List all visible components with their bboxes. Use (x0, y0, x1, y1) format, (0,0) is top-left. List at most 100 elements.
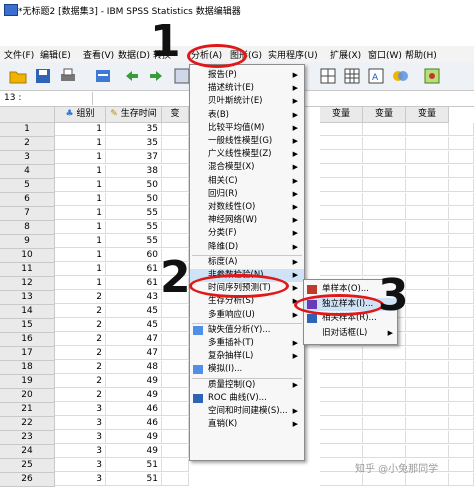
empty-cell[interactable] (363, 361, 406, 374)
menu-extensions[interactable]: 扩展(X) (330, 48, 361, 61)
empty-cell[interactable] (162, 221, 189, 234)
empty-cell[interactable] (320, 445, 363, 458)
analyze-menu-item[interactable]: 直销(K) ▶ (190, 418, 304, 431)
row-number[interactable]: 1 (0, 123, 55, 137)
analyze-menu-item[interactable]: 报告(P) ▶ (190, 69, 304, 82)
cell-survival-time[interactable]: 49 (106, 431, 162, 444)
analyze-menu-item[interactable]: 多重响应(U) ▶ (190, 309, 304, 322)
empty-cell[interactable] (449, 473, 474, 486)
menu-edit[interactable]: 编辑(E) (40, 48, 71, 61)
empty-cell[interactable] (449, 179, 474, 192)
analyze-menu-item[interactable]: 贝叶斯统计(E) ▶ (190, 95, 304, 108)
empty-cell[interactable] (320, 235, 363, 248)
row-number[interactable]: 2 (0, 137, 55, 151)
empty-cell[interactable] (406, 137, 449, 150)
empty-cell[interactable] (406, 151, 449, 164)
row-number[interactable]: 5 (0, 179, 55, 193)
analyze-menu-item[interactable]: 分类(F) ▶ (190, 227, 304, 240)
empty-cell[interactable] (406, 319, 449, 332)
analyze-menu-item[interactable]: 描述统计(E) ▶ (190, 82, 304, 95)
empty-cell[interactable] (406, 417, 449, 430)
cell-group[interactable]: 1 (55, 249, 106, 262)
empty-cell[interactable] (449, 123, 474, 136)
empty-cell[interactable] (406, 389, 449, 402)
empty-cell[interactable] (406, 249, 449, 262)
row-number[interactable]: 25 (0, 459, 55, 473)
empty-cell[interactable] (363, 151, 406, 164)
cell-survival-time[interactable]: 46 (106, 417, 162, 430)
cell-group[interactable]: 2 (55, 347, 106, 360)
empty-cell[interactable] (162, 123, 189, 136)
analyze-menu-item[interactable]: 空间和时间建模(S)... ▶ (190, 405, 304, 418)
row-number[interactable]: 8 (0, 221, 55, 235)
analyze-menu-item[interactable]: 神经网络(W) ▶ (190, 214, 304, 227)
empty-cell[interactable] (449, 137, 474, 150)
cell-survival-time[interactable]: 51 (106, 473, 162, 486)
empty-cell[interactable] (363, 389, 406, 402)
empty-cell[interactable] (406, 445, 449, 458)
menu-window[interactable]: 窗口(W) (368, 48, 402, 61)
print-icon[interactable] (58, 66, 78, 86)
cell-survival-time[interactable]: 45 (106, 305, 162, 318)
empty-cell[interactable] (449, 207, 474, 220)
cell-survival-time[interactable]: 37 (106, 151, 162, 164)
cell-group[interactable]: 1 (55, 221, 106, 234)
row-number[interactable]: 19 (0, 375, 55, 389)
empty-cell[interactable] (406, 333, 449, 346)
undo-icon[interactable] (122, 66, 142, 86)
cell-survival-time[interactable]: 47 (106, 333, 162, 346)
row-number[interactable]: 21 (0, 403, 55, 417)
empty-cell[interactable] (406, 375, 449, 388)
column-header-var[interactable]: 变 (162, 107, 189, 123)
empty-cell[interactable] (320, 207, 363, 220)
empty-cell[interactable] (162, 193, 189, 206)
empty-cell[interactable] (406, 263, 449, 276)
empty-cell[interactable] (406, 123, 449, 136)
empty-cell[interactable] (449, 305, 474, 318)
cell-survival-time[interactable]: 43 (106, 291, 162, 304)
empty-cell[interactable] (162, 375, 189, 388)
row-number[interactable]: 4 (0, 165, 55, 179)
empty-cell[interactable] (320, 165, 363, 178)
row-number[interactable]: 7 (0, 207, 55, 221)
row-number[interactable]: 10 (0, 249, 55, 263)
cell-group[interactable]: 1 (55, 193, 106, 206)
analyze-menu-item[interactable]: 广义线性模型(Z) ▶ (190, 148, 304, 161)
analyze-menu-item[interactable]: 降维(D) ▶ (190, 241, 304, 254)
analyze-menu-item[interactable]: 缺失值分析(Y)... (190, 324, 304, 337)
empty-cell[interactable] (406, 179, 449, 192)
empty-cell[interactable] (406, 207, 449, 220)
empty-cell[interactable] (320, 249, 363, 262)
empty-cell[interactable] (449, 375, 474, 388)
empty-cell[interactable] (162, 417, 189, 430)
cell-group[interactable]: 2 (55, 333, 106, 346)
empty-cell[interactable] (162, 179, 189, 192)
empty-cell[interactable] (363, 249, 406, 262)
analyze-menu-item[interactable]: 复杂抽样(L) ▶ (190, 350, 304, 363)
empty-cell[interactable] (320, 431, 363, 444)
row-number[interactable]: 6 (0, 193, 55, 207)
row-number[interactable]: 9 (0, 235, 55, 249)
empty-cell[interactable] (162, 207, 189, 220)
empty-cell[interactable] (320, 263, 363, 276)
cell-group[interactable]: 3 (55, 445, 106, 458)
empty-cell[interactable] (449, 389, 474, 402)
analyze-menu-item[interactable]: 混合模型(X) ▶ (190, 161, 304, 174)
empty-cell[interactable] (363, 179, 406, 192)
empty-cell[interactable] (449, 165, 474, 178)
empty-cell[interactable] (406, 361, 449, 374)
empty-cell[interactable] (449, 263, 474, 276)
row-number[interactable]: 22 (0, 417, 55, 431)
column-header-group[interactable]: ♣ 组别 (55, 107, 106, 123)
empty-cell[interactable] (449, 193, 474, 206)
empty-cell[interactable] (449, 291, 474, 304)
value-labels-icon[interactable]: A (366, 66, 386, 86)
empty-cell[interactable] (363, 347, 406, 360)
row-number[interactable]: 13 (0, 291, 55, 305)
empty-cell[interactable] (449, 361, 474, 374)
empty-cell[interactable] (449, 235, 474, 248)
empty-cell[interactable] (162, 473, 189, 486)
cell-group[interactable]: 1 (55, 151, 106, 164)
column-header-var[interactable]: 变量 (406, 107, 449, 123)
empty-cell[interactable] (162, 165, 189, 178)
